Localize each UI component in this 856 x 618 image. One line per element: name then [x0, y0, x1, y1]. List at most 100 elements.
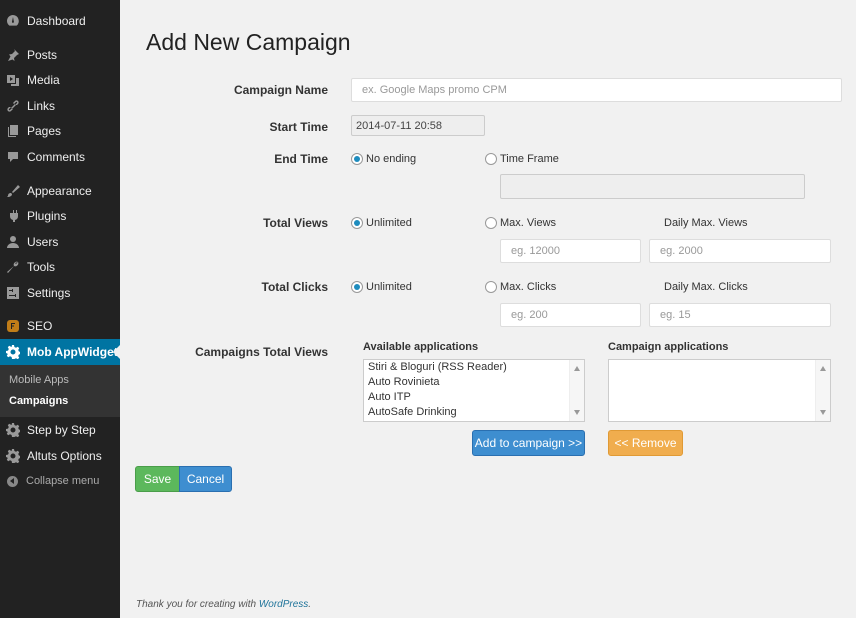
submenu-campaigns[interactable]: Campaigns [9, 395, 68, 407]
gear-icon [6, 345, 20, 359]
collapse-arrow-icon [7, 475, 18, 487]
menu-tools-label: Tools [27, 260, 56, 274]
comment-icon [6, 150, 20, 164]
menu-dashboard[interactable]: Dashboard [0, 8, 120, 34]
radio-selected-icon [351, 153, 363, 165]
start-time-label: Start Time [269, 120, 328, 134]
menu-step-by-step-label: Step by Step [27, 423, 96, 437]
dashboard-icon [6, 14, 20, 28]
footer-text: Thank you for creating with WordPress. [136, 599, 311, 610]
menu-tools[interactable]: Tools [0, 254, 120, 280]
menu-altuts-options[interactable]: Altuts Options [0, 443, 120, 469]
campaign-name-input[interactable]: ex. Google Maps promo CPM [351, 78, 842, 102]
campaign-name-label: Campaign Name [233, 83, 328, 97]
menu-pages[interactable]: Pages [0, 118, 120, 144]
radio-selected-icon [351, 217, 363, 229]
list-item[interactable]: Auto Rovinieta [364, 375, 584, 390]
clicks-max-label: Max. Clicks [500, 281, 557, 293]
menu-media-label: Media [27, 73, 60, 87]
menu-pages-label: Pages [27, 124, 62, 138]
wordpress-link[interactable]: WordPress [259, 599, 308, 610]
scroll-up-icon[interactable] [820, 366, 826, 371]
menu-dashboard-label: Dashboard [27, 14, 86, 28]
remove-button[interactable]: << Remove [608, 430, 683, 456]
menu-seo-label: SEO [27, 319, 53, 333]
menu-plugins-label: Plugins [27, 209, 67, 223]
wrench-icon [6, 260, 20, 274]
available-apps-header: Available applications [363, 341, 479, 353]
campaign-apps-list[interactable] [608, 359, 831, 422]
footer-thanks: Thank you for creating with [136, 599, 259, 610]
pin-icon [6, 48, 20, 62]
menu-appearance[interactable]: Appearance [0, 178, 120, 204]
cancel-button[interactable]: Cancel [179, 466, 232, 492]
collapse-menu-button[interactable]: Collapse menu [0, 468, 120, 494]
campaign-apps-header: Campaign applications [608, 341, 729, 353]
max-views-input[interactable]: eg. 12000 [500, 239, 641, 263]
brush-icon [6, 184, 20, 198]
menu-plugins[interactable]: Plugins [0, 203, 120, 229]
menu-settings[interactable]: Settings [0, 280, 120, 306]
menu-media[interactable]: Media [0, 67, 120, 93]
list-item[interactable]: Auto ITP [364, 390, 584, 405]
list-item[interactable]: AutoSafe Drinking [364, 405, 584, 420]
end-time-frame-radio[interactable]: Time Frame [485, 153, 559, 165]
campaigns-total-views-label: Campaigns Total Views [195, 345, 328, 359]
gear-icon [6, 423, 20, 437]
collapse-menu-label: Collapse menu [26, 475, 100, 487]
clicks-unlimited-label: Unlimited [366, 281, 412, 293]
menu-mob-appwidget-label: Mob AppWidget [27, 345, 118, 359]
seo-icon [6, 319, 20, 333]
radio-empty-icon [485, 217, 497, 229]
total-views-label: Total Views [263, 216, 328, 230]
daily-max-clicks-input[interactable]: eg. 15 [649, 303, 831, 327]
add-to-campaign-button[interactable]: Add to campaign >> [472, 430, 585, 456]
menu-users[interactable]: Users [0, 229, 120, 255]
menu-altuts-options-label: Altuts Options [27, 449, 102, 463]
menu-comments-label: Comments [27, 150, 86, 164]
menu-links-label: Links [27, 99, 56, 113]
gear-icon [6, 449, 20, 463]
menu-comments[interactable]: Comments [0, 144, 120, 170]
views-daily-max-label: Daily Max. Views [664, 217, 748, 229]
menu-posts-label: Posts [27, 48, 58, 62]
views-max-radio[interactable]: Max. Views [485, 217, 556, 229]
link-icon [6, 99, 20, 113]
scroll-down-icon[interactable] [574, 410, 580, 415]
end-time-frame-label: Time Frame [500, 153, 559, 165]
menu-mob-appwidget[interactable]: Mob AppWidget [0, 339, 120, 365]
daily-max-views-input[interactable]: eg. 2000 [649, 239, 831, 263]
end-no-ending-radio[interactable]: No ending [351, 153, 416, 165]
settings-icon [6, 286, 20, 300]
list-item[interactable]: Stiri & Bloguri (RSS Reader) [364, 360, 584, 375]
menu-users-label: Users [27, 235, 59, 249]
save-button[interactable]: Save [135, 466, 180, 492]
end-time-label: End Time [274, 152, 328, 166]
total-clicks-label: Total Clicks [261, 280, 328, 294]
start-time-field: 2014-07-11 20:58 [351, 115, 485, 136]
submenu-mobile-apps[interactable]: Mobile Apps [9, 374, 69, 386]
clicks-unlimited-radio[interactable]: Unlimited [351, 281, 412, 293]
menu-posts[interactable]: Posts [0, 42, 120, 68]
radio-selected-icon [351, 281, 363, 293]
footer-suffix: . [308, 599, 312, 610]
menu-settings-label: Settings [27, 286, 71, 300]
menu-appearance-label: Appearance [27, 184, 92, 198]
admin-sidebar: Dashboard Posts Media Links Pages Commen… [0, 0, 120, 618]
scrollbar[interactable] [815, 360, 830, 421]
menu-links[interactable]: Links [0, 93, 120, 119]
time-frame-field [500, 174, 805, 199]
mob-appwidget-submenu: Mobile Apps Campaigns [0, 365, 120, 417]
menu-seo[interactable]: SEO [0, 313, 120, 339]
menu-step-by-step[interactable]: Step by Step [0, 417, 120, 443]
max-clicks-input[interactable]: eg. 200 [500, 303, 641, 327]
views-unlimited-label: Unlimited [366, 217, 412, 229]
clicks-max-radio[interactable]: Max. Clicks [485, 281, 556, 293]
plugin-icon [6, 209, 20, 223]
available-apps-list[interactable]: Stiri & Bloguri (RSS Reader) Auto Rovini… [363, 359, 585, 422]
scrollbar[interactable] [569, 360, 584, 421]
scroll-down-icon[interactable] [820, 410, 826, 415]
views-unlimited-radio[interactable]: Unlimited [351, 217, 412, 229]
scroll-up-icon[interactable] [574, 366, 580, 371]
radio-empty-icon [485, 281, 497, 293]
